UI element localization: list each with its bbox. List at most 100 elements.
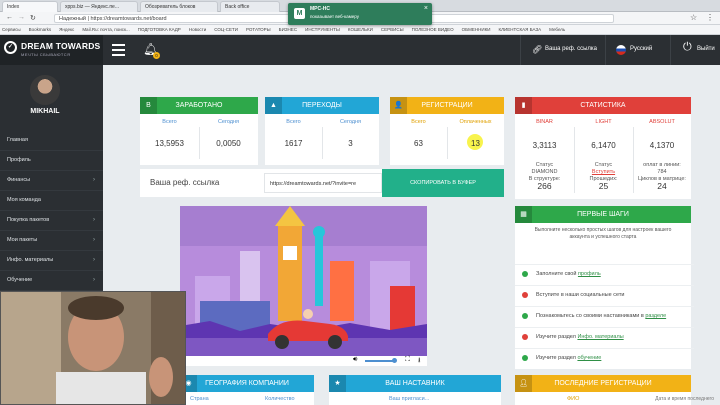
country-column: Страна [190,396,209,402]
light-label: LIGHT [595,119,612,125]
browser-tab[interactable]: Index [2,1,58,12]
step-link[interactable]: Инфо. материалы [577,334,623,340]
bookmark-item[interactable]: КОШЕЛЬКИ [348,27,373,32]
earned-today-value: 0,0050 [216,139,241,148]
fio-column: ФИО [567,396,580,402]
binar-value: 3,3113 [532,141,557,150]
sidebar-item-label: Финансы [7,177,31,183]
ref-link-panel: Ваша реф. ссылка https://dreamtowards.ne… [140,169,504,197]
status-value: DIAMOND [531,169,558,175]
step-text: Заполните свой [536,271,578,277]
bookmarks-bar: Сервисы Bookmarks Яндекс Mail.Ru: почта, по… [0,25,720,35]
light-value: 6,1470 [591,141,616,150]
volume-handle[interactable] [392,358,397,363]
bookmark-item[interactable]: Новости [189,27,206,32]
browser-tab[interactable]: xpps.biz — Яндекс.пе... [60,1,138,12]
clicks-title: ПЕРЕХОДЫ [302,102,342,109]
chevron-right-icon: › [93,237,95,243]
first-steps-card: ▦ ПЕРВЫЕ ШАГИ Выполните несколько просты… [515,206,694,369]
step-link[interactable]: разделе [645,313,666,319]
close-icon[interactable]: × [424,5,428,12]
ref-link-input[interactable]: https://dreamtowards.net/?invite=re [264,173,382,193]
forward-icon[interactable]: → [18,14,25,21]
earned-card-header: B ЗАРАБОТАНО [140,97,258,114]
notification-text: показывает веб-камеру [310,14,360,19]
geography-title: ГЕОГРАФИЯ КОМПАНИИ [205,380,289,387]
sidebar-item[interactable]: Инфо. материалы › [0,251,103,271]
logo-tagline: МЕЧТЫ СБЫВАЮТСЯ [21,52,71,57]
status-pending-icon [522,292,528,298]
step-text: Вступите в наши социальные сети [536,292,625,298]
step-link[interactable]: обучение [577,355,601,361]
step-link[interactable]: профиль [578,271,601,277]
sidebar-item[interactable]: Финансы › [0,171,103,191]
star-icon[interactable]: ☆ [690,13,697,22]
steps-icon: ▦ [515,206,532,223]
bookmark-item[interactable]: ПОЛЕЗНОЕ ВИДЕО [412,27,454,32]
menu-dots-icon[interactable]: ⋮ [706,13,714,22]
notification-popup[interactable]: M MPC-HC показывает веб-камеру × [288,3,432,25]
copy-to-clipboard-button[interactable]: СКОПИРОВАТЬ В БУФЕР [382,169,504,197]
clicks-today-value: 3 [348,139,353,148]
sidebar-item[interactable]: Обучение › [0,271,103,291]
first-steps-intro: Выполните несколько простых шагов для на… [534,227,672,240]
bookmark-item[interactable]: РОТАТОРЫ [246,27,271,32]
sidebar-item[interactable]: Профиль [0,151,103,171]
bookmark-item[interactable]: Mail.Ru: почта, поиск... [82,27,129,32]
avatar[interactable] [30,75,60,105]
bitcoin-icon: B [140,97,157,114]
user-icon: 👤 [390,97,407,114]
status-pending-icon [522,334,528,340]
status-label: Статус [594,162,613,168]
bookmark-item[interactable]: Мебель [549,27,565,32]
back-icon[interactable]: ← [6,14,13,21]
join-link[interactable]: Вступить [574,169,633,176]
first-steps-header: ▦ ПЕРВЫЕ ШАГИ [515,206,691,223]
first-step-item: Изучите раздел Инфо. материалы [515,327,694,346]
first-step-item: Познакомьтесь со своими наставниками в р… [515,306,694,325]
hamburger-menu-icon[interactable] [112,44,125,56]
light-status: Статус Вступить Прошедих: 25 [574,162,633,190]
reload-icon[interactable]: ↻ [30,14,36,22]
logo[interactable]: ✓ DREAM TOWARDS МЕЧТЫ СБЫВАЮТСЯ [0,35,103,65]
first-steps-title: ПЕРВЫЕ ШАГИ [577,211,629,218]
main-content: B ЗАРАБОТАНО Всего Сегодня 13,5953 0,005… [103,65,720,405]
power-icon[interactable]: ⏻ [683,41,692,54]
volume-icon[interactable]: 🔊︎ [353,356,357,364]
logout-button[interactable]: Выйти [697,46,715,52]
sidebar-item[interactable]: Мои пакеты › [0,231,103,251]
logo-mark-icon: ✓ [4,41,17,54]
promo-video[interactable]: 🔊︎ ⛶ ⭳ [180,206,427,366]
language-selector[interactable]: Русский [630,46,652,52]
bookmark-item[interactable]: ПОДГОТОВКА КАДР [138,27,181,32]
browser-tab[interactable]: Back office [220,1,280,12]
bookmark-item[interactable]: КЛИЕНТСКАЯ БАЗА [498,27,541,32]
registrations-paid-value[interactable]: 13 [447,139,504,148]
fullscreen-icon[interactable]: ⛶ [405,356,410,364]
bookmark-item[interactable]: СОЦ-СЕТИ [214,27,238,32]
in-structure-value: 266 [537,181,552,191]
earned-today-label: Сегодня [217,119,240,125]
sidebar-item[interactable]: Моя команда [0,191,103,211]
sidebar-item[interactable]: Покупка пакетов › [0,211,103,231]
sidebar-item[interactable]: Главная [0,131,103,151]
header-ref-link[interactable]: Ваша реф. ссылка [545,46,597,52]
step-text: Изучите раздел [536,334,578,340]
paid-in-line-label: оплат в линии: [643,162,681,168]
bookmark-item[interactable]: Bookmarks [29,27,52,32]
bookmark-item[interactable]: БИЗНЕС [279,27,297,32]
absolut-status: оплат в линии: 784 Циклов в матрице: 24 [633,162,691,190]
sidebar-item-label: Обучение [7,277,33,283]
clicks-total-label: Всего [286,119,301,125]
volume-slider[interactable] [365,360,395,362]
binar-status: Статус DIAMOND В структуре: 266 [515,162,574,190]
bookmark-item[interactable]: СЕРВИСЫ [381,27,404,32]
browser-tab[interactable]: Обозреватель блоков [140,1,218,12]
bookmark-item[interactable]: ИНСТРУМЕНТЫ [305,27,340,32]
bookmark-item[interactable]: Сервисы [2,27,21,32]
first-step-item: Вступите в наши социальные сети [515,285,694,304]
download-icon[interactable]: ⭳ [418,356,420,367]
bookmark-item[interactable]: Яндекс [59,27,74,32]
status-label: Статус [535,162,554,168]
bookmark-item[interactable]: ОБМЕННИКИ [462,27,491,32]
